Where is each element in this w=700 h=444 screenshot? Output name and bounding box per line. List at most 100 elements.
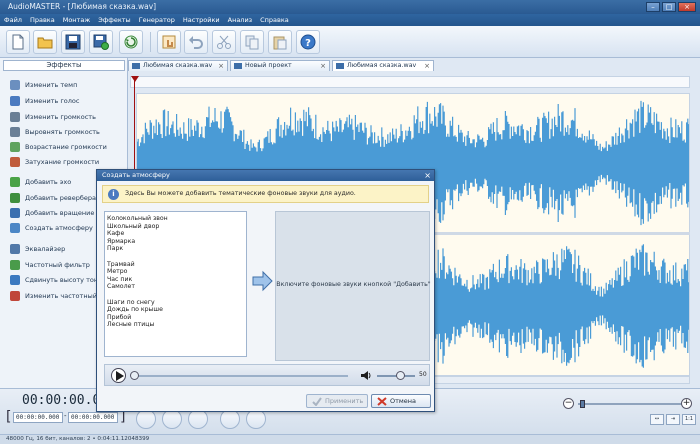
effect-item[interactable]: Изменить частотный сп: [10, 290, 107, 302]
preview-player: 50: [104, 364, 430, 386]
volume-level-icon: [10, 127, 20, 137]
zoom-slider-thumb[interactable]: [580, 400, 585, 408]
effects-button[interactable]: [157, 30, 181, 54]
preview-seek-track[interactable]: [133, 375, 348, 377]
sound-list-item[interactable]: Лесные птицы: [107, 321, 244, 329]
volume-change-icon: [10, 112, 20, 122]
paste-button[interactable]: [268, 30, 292, 54]
zoom-slider-track[interactable]: [578, 403, 682, 405]
undo-button[interactable]: [184, 30, 208, 54]
zoom-out-button[interactable]: −: [563, 398, 574, 409]
menu-help[interactable]: Справка: [260, 14, 289, 26]
tab-label: Любимая сказка.wav: [143, 62, 213, 69]
sound-list-item[interactable]: Ярмарка: [107, 238, 244, 246]
minimize-button[interactable]: –: [646, 2, 660, 12]
play-icon: [116, 371, 124, 381]
selection-end-field[interactable]: 00:00:00.000: [68, 412, 118, 423]
dialog-close-icon[interactable]: ×: [424, 170, 431, 181]
cancel-label: Отмена: [390, 397, 417, 405]
sound-list-item[interactable]: Колокольный звон: [107, 215, 244, 223]
timeline-ruler[interactable]: [130, 76, 690, 88]
sound-list[interactable]: Колокольный звон Школьный двор Кафе Ярмарка…: [104, 211, 247, 357]
fit-selection-button[interactable]: ⇥: [666, 414, 680, 425]
tab-close-icon[interactable]: ×: [320, 61, 326, 71]
play-button[interactable]: [111, 368, 126, 383]
selection-start-field[interactable]: 00:00:00.000: [13, 412, 63, 423]
fit-width-button[interactable]: ↔: [650, 414, 664, 425]
sound-list-item[interactable]: Прибой: [107, 314, 244, 322]
tab-new-project[interactable]: Новый проект ×: [230, 60, 330, 71]
effect-item[interactable]: Затухание громкости: [10, 156, 99, 168]
effect-item[interactable]: Сдвинуть высоту тона: [10, 274, 102, 286]
menu-generator[interactable]: Генератор: [139, 14, 175, 26]
effect-item[interactable]: Добавить эхо: [10, 176, 71, 188]
effect-item[interactable]: Возрастание громкости: [10, 141, 107, 153]
record-icon: [124, 35, 138, 49]
open-button[interactable]: [33, 30, 57, 54]
playhead-marker[interactable]: [131, 76, 139, 82]
transport-button[interactable]: [188, 409, 208, 429]
tab-file-1[interactable]: Любимая сказка.wav ×: [128, 60, 228, 71]
tempo-icon: [10, 80, 20, 90]
tab-close-icon[interactable]: ×: [218, 61, 224, 71]
sound-list-item[interactable]: Шаги по снегу: [107, 299, 244, 307]
transport-button[interactable]: [136, 409, 156, 429]
transport-button[interactable]: [162, 409, 182, 429]
menu-file[interactable]: Файл: [4, 14, 22, 26]
reverb-icon: [10, 193, 20, 203]
effect-label: Затухание громкости: [25, 158, 100, 166]
sound-list-item[interactable]: Метро: [107, 268, 244, 276]
tab-close-icon[interactable]: ×: [424, 61, 430, 71]
tab-file-2[interactable]: Любимая сказка.wav ×: [332, 60, 434, 71]
copy-button[interactable]: [240, 30, 264, 54]
transport-button[interactable]: [220, 409, 240, 429]
effect-item[interactable]: Добавить вращение ко: [10, 207, 104, 219]
close-window-button[interactable]: ×: [678, 2, 696, 12]
effect-item[interactable]: Изменить темп: [10, 79, 77, 91]
effect-item[interactable]: Создать атмосферу: [10, 222, 93, 234]
cancel-button[interactable]: Отмена: [371, 394, 431, 408]
new-file-button[interactable]: [6, 30, 30, 54]
sound-list-item[interactable]: Школьный двор: [107, 223, 244, 231]
effect-label: Изменить частотный сп: [25, 292, 107, 300]
sound-list-item[interactable]: Парк: [107, 245, 244, 253]
effect-item[interactable]: Изменить голос: [10, 95, 79, 107]
menu-analysis[interactable]: Анализ: [228, 14, 253, 26]
sound-list-item[interactable]: Час пик: [107, 276, 244, 284]
effect-label: Эквалайзер: [25, 245, 66, 253]
sound-list-item[interactable]: Дождь по крыше: [107, 306, 244, 314]
cut-button[interactable]: [212, 30, 236, 54]
add-sound-button[interactable]: [251, 270, 273, 292]
effect-label: Сдвинуть высоту тона: [25, 276, 103, 284]
help-button[interactable]: ?: [296, 30, 320, 54]
toolbar-separator: [150, 32, 151, 52]
effect-item[interactable]: Эквалайзер: [10, 243, 65, 255]
save-button[interactable]: [61, 30, 85, 54]
effect-label: Создать атмосферу: [25, 224, 93, 232]
save-icon: [65, 34, 81, 50]
menu-montage[interactable]: Монтаж: [63, 14, 90, 26]
effect-item[interactable]: Изменить громкость: [10, 111, 96, 123]
hand-pointer-icon: [162, 35, 176, 49]
preview-seek-thumb[interactable]: [130, 371, 139, 380]
sound-list-item[interactable]: Кафе: [107, 230, 244, 238]
menu-effects[interactable]: Эффекты: [98, 14, 131, 26]
info-text: Здесь Вы можете добавить тематические фо…: [125, 190, 356, 197]
sound-list-item[interactable]: Трамвай: [107, 261, 244, 269]
record-button[interactable]: [119, 30, 143, 54]
volume-slider-thumb[interactable]: [396, 371, 405, 380]
menu-edit[interactable]: Правка: [30, 14, 55, 26]
effect-item[interactable]: Частотный фильтр: [10, 259, 90, 271]
menu-settings[interactable]: Настройки: [183, 14, 220, 26]
apply-button[interactable]: Применить: [306, 394, 368, 408]
tab-label: Любимая сказка.wav: [347, 62, 417, 69]
sound-list-spacer: [107, 253, 244, 261]
speaker-icon[interactable]: [360, 370, 372, 381]
zoom-1-1-button[interactable]: 1:1: [682, 414, 696, 425]
effect-item[interactable]: Выровнять громкость: [10, 126, 100, 138]
save-as-button[interactable]: [89, 30, 113, 54]
zoom-in-button[interactable]: +: [681, 398, 692, 409]
transport-button[interactable]: [246, 409, 266, 429]
maximize-button[interactable]: □: [662, 2, 676, 12]
sound-list-item[interactable]: Самолет: [107, 283, 244, 291]
